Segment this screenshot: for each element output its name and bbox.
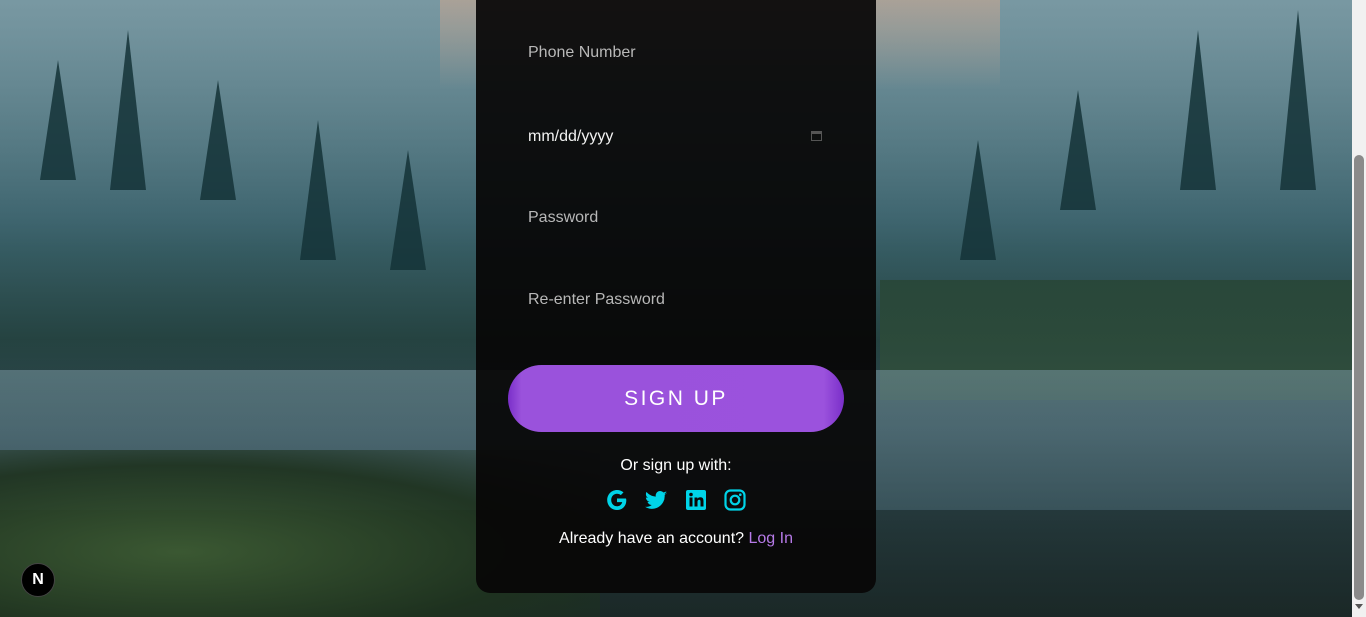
signup-card: Phone Number mm/dd/yyyy Password Re-ente… [476,0,876,593]
or-sign-up-with-label: Or sign up with: [620,457,732,474]
scroll-down-arrow-icon[interactable] [1355,604,1363,609]
password-input[interactable]: Password [528,203,824,233]
tree [200,80,236,200]
tree [1280,10,1316,190]
tree [40,60,76,180]
next-dev-badge[interactable]: N [21,563,55,597]
twitter-icon[interactable] [643,487,669,513]
sign-up-button[interactable]: SIGN UP [508,365,844,432]
reenter-password-input[interactable]: Re-enter Password [528,285,824,315]
log-in-link[interactable]: Log In [748,530,792,547]
phone-number-input[interactable]: Phone Number [528,38,824,68]
already-have-account-text: Already have an account? [559,530,745,547]
linkedin-icon[interactable] [683,487,709,513]
google-icon[interactable] [604,487,630,513]
login-prompt: Already have an account? Log In [476,530,876,548]
date-of-birth-input[interactable]: mm/dd/yyyy [528,122,824,152]
scrollbar[interactable] [1352,0,1366,617]
instagram-icon[interactable] [722,487,748,513]
tree [1180,30,1216,190]
social-buttons [604,485,748,515]
scroll-thumb[interactable] [1354,155,1364,600]
tree [390,150,426,270]
tree [110,30,146,190]
date-value: mm/dd/yyyy [528,128,614,145]
tree [1060,90,1096,210]
calendar-icon[interactable] [811,131,822,141]
tree [960,140,996,260]
tree [300,120,336,260]
